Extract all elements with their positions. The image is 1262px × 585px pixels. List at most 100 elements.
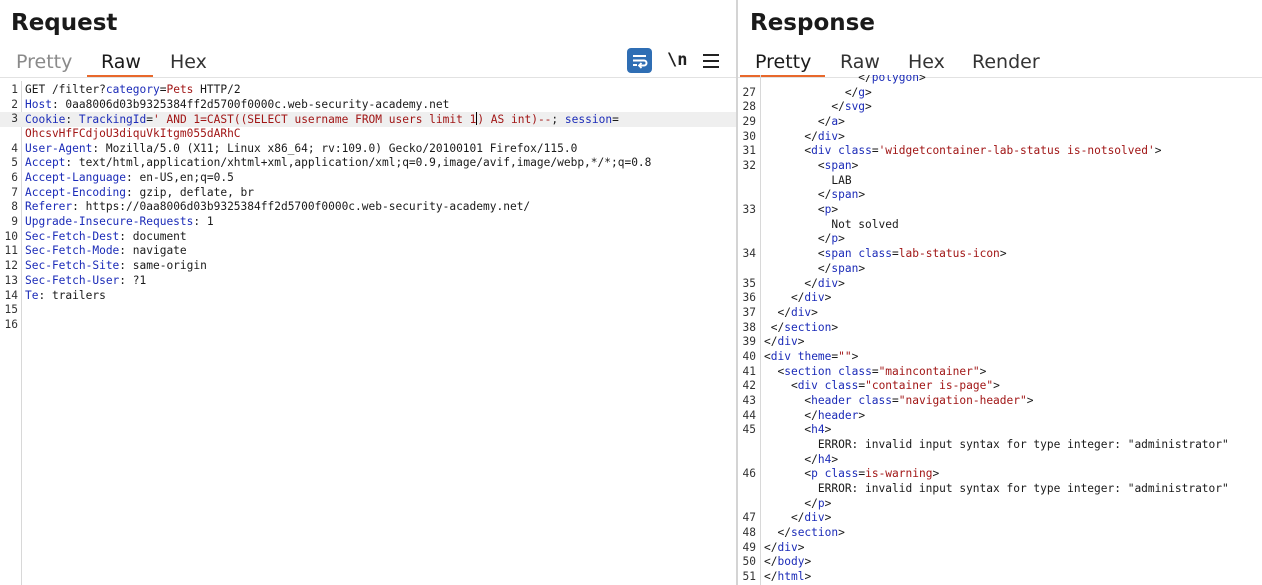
code-token: > [824,423,832,437]
code-line: 35 </div> [738,277,1262,292]
request-editor[interactable]: 1 GET /filter?category=Pets HTTP/2 2 Host: … [0,81,736,585]
code-line: 2 Host: 0aa8006d03b9325384ff2d5700f0000c.… [0,98,736,113]
code-token: > [999,247,1007,261]
code-line: 16 [0,318,736,333]
code-text: </p> [764,232,845,247]
code-token: ERROR: invalid input syntax for type int… [764,438,1229,451]
code-token: < [764,159,825,173]
code-line: 46 <p class=is-warning> [738,467,1262,482]
tab-request-pretty[interactable]: Pretty [16,49,72,75]
code-line: 45 <h4> [738,423,1262,438]
code-line: 42 <div class="container is-page"> [738,379,1262,394]
code-token: polygon [871,75,919,84]
tab-response-raw[interactable]: Raw [840,49,880,75]
code-text: Host: 0aa8006d03b9325384ff2d5700f0000c.w… [25,98,449,113]
code-line: 51 </html> [738,570,1262,585]
code-token: div [777,335,798,349]
code-line: 9 Upgrade-Insecure-Requests: 1 [0,215,736,230]
line-number: 12 [4,259,18,273]
tab-request-hex[interactable]: Hex [170,49,207,75]
code-text: <div class='widgetcontainer-lab-status i… [764,144,1161,159]
code-token: span [831,261,859,275]
line-number: 2 [11,97,18,111]
tab-request-raw[interactable]: Raw [101,49,141,75]
code-token: : navigate [119,244,187,258]
code-token: > [838,276,845,290]
code-token: HTTP/2 [193,83,241,96]
code-token: < [764,364,785,378]
code-token: = [612,113,619,127]
text-wrap-icon[interactable] [627,48,652,73]
code-token: : document [119,229,187,243]
code-token: : en-US,en;q=0.5 [126,171,234,185]
code-token: : same-origin [119,259,207,273]
code-token: </ [764,570,778,584]
code-token: > [797,335,805,349]
code-token: 'widgetcontainer-lab-status is-notsolved… [878,144,1155,158]
code-line: 29 </a> [738,115,1262,130]
code-line: LAB [738,174,1262,189]
code-text: </a> [764,115,845,130]
code-token: Referer [25,200,73,214]
code-text: </section> [764,321,838,336]
code-token: > [831,203,839,217]
code-token: < [764,349,771,363]
code-token: Sec-Fetch-User [25,273,120,287]
line-number: 14 [4,288,18,302]
code-token: Cookie [25,113,66,127]
code-text: <div theme=""> [764,350,858,365]
code-line: 11 Sec-Fetch-Mode: navigate [0,244,736,259]
code-token: : 0aa8006d03b9325384ff2d5700f0000c.web-s… [51,97,450,111]
code-line: </h4> [738,453,1262,468]
code-token: Pets [166,83,194,96]
code-token: </ [764,85,859,99]
line-number: 44 [742,408,756,422]
tab-response-pretty[interactable]: Pretty [755,49,811,75]
tab-response-render[interactable]: Render [972,49,1040,75]
code-token: > [1026,393,1034,407]
response-pane: Response Pretty Raw Hex Render </polygon… [738,0,1262,585]
code-text: <h4> [764,423,831,438]
line-number: 15 [4,303,18,317]
code-token: </ [764,75,872,84]
code-token: > [797,540,805,554]
code-token: > [858,188,866,202]
code-token: = [871,364,879,378]
code-line: 48 </section> [738,526,1262,541]
code-text: </html> [764,570,811,585]
code-line: 38 </section> [738,321,1262,336]
code-token: Sec-Fetch-Mode [25,244,120,258]
code-token: > [838,129,845,143]
code-text: Sec-Fetch-Site: same-origin [25,259,207,274]
code-line: 50 </body> [738,555,1262,570]
code-token: Not solved [764,217,899,231]
code-text: </polygon> [764,75,925,86]
line-number: 49 [742,540,756,554]
show-newlines-button[interactable]: \n [667,48,687,73]
code-token: = [892,393,899,407]
code-token: </ [764,555,778,569]
line-number: 47 [742,511,756,525]
hamburger-menu-icon[interactable] [703,48,719,73]
line-number: 8 [11,200,18,214]
code-line: 1 GET /filter?category=Pets HTTP/2 [0,83,736,98]
line-number: 50 [742,555,756,569]
code-text: </div> [764,276,845,292]
line-number: 41 [742,364,756,378]
code-token: </ [764,408,818,422]
code-token: ERROR: invalid input syntax for type int… [764,482,1229,496]
code-line: 36 </div> [738,291,1262,306]
code-text: Sec-Fetch-Mode: navigate [25,244,187,259]
response-editor[interactable]: </polygon> 27 </g> 28 </svg> 29 </a> 30 </di… [738,75,1262,585]
line-number: 45 [742,423,756,437]
code-token: p [817,496,825,510]
code-token: > [831,320,839,334]
tab-response-hex[interactable]: Hex [908,49,945,75]
code-line: 30 </div> [738,130,1262,145]
code-text: ERROR: invalid input syntax for type int… [764,482,1229,497]
request-pane: Request Pretty Raw Hex \n 1 GET /filter?c… [0,0,736,585]
code-token: div [804,291,825,305]
code-token: : [65,113,79,127]
code-token: h4 [817,452,832,466]
code-token: div [817,276,839,290]
